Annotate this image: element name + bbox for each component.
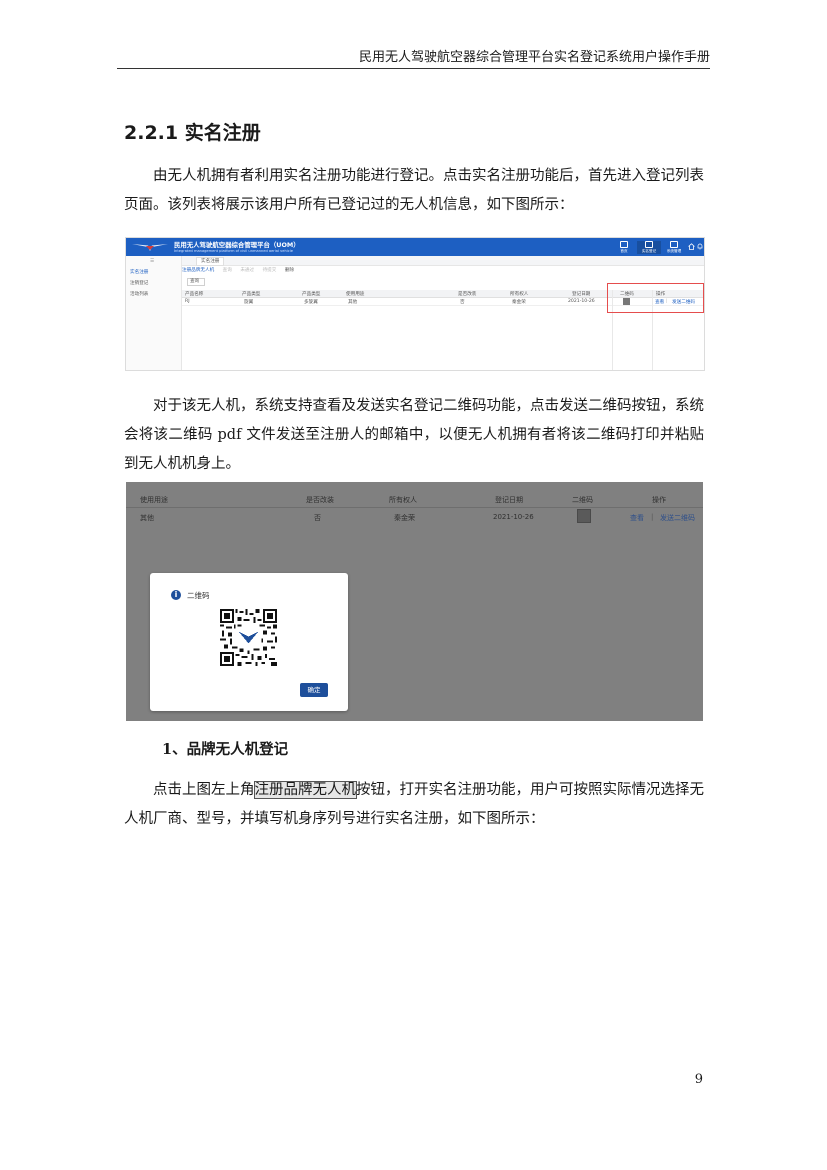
dialog-title: 二维码 bbox=[187, 591, 210, 600]
info-icon: i bbox=[171, 590, 181, 600]
document-icon bbox=[645, 241, 653, 248]
highlight-box bbox=[607, 283, 704, 313]
confirm-button[interactable]: 确定 bbox=[300, 683, 328, 697]
qr-dialog: i 二维码 确定 bbox=[150, 573, 348, 711]
sidebar: ☰ 实名注册 注销登记 活动列表 bbox=[126, 256, 182, 370]
nav-system[interactable]: 系统管理 bbox=[662, 241, 686, 254]
filter-delete[interactable]: 删除 bbox=[285, 268, 294, 273]
app-title: 民用无人驾驶航空器综合管理平台（UOM） bbox=[174, 241, 300, 249]
filter-pending[interactable]: 待提交 bbox=[263, 268, 277, 273]
filter-rejected[interactable]: 未通过 bbox=[240, 268, 254, 273]
registration-list-screenshot: 民用无人驾驶航空器综合管理平台（UOM） Integrated manageme… bbox=[125, 237, 705, 371]
qr-thumbnail[interactable] bbox=[577, 509, 591, 523]
qr-code-image bbox=[220, 609, 277, 666]
sidebar-item-activity[interactable]: 活动列表 bbox=[130, 291, 148, 297]
caac-logo-icon bbox=[132, 244, 168, 251]
register-brand-drone-button[interactable]: 注册品牌无人机 bbox=[182, 268, 214, 273]
settings-icon bbox=[670, 241, 678, 248]
running-header: 民用无人驾驶航空器综合管理平台实名登记系统用户操作手册 bbox=[117, 50, 710, 69]
section-title: 2.2.1 实名注册 bbox=[124, 122, 261, 144]
paragraph-qr: 对于该无人机，系统支持查看及发送实名登记二维码功能，点击发送二维码按钮，系统会将… bbox=[124, 398, 704, 472]
app-top-bar: 民用无人驾驶航空器综合管理平台（UOM） Integrated manageme… bbox=[126, 238, 704, 256]
table-row[interactable]: 其他 否 秦金荣 2021-10-26 查看 | 发送二维码 bbox=[126, 509, 703, 525]
tab-register[interactable]: 实名注册 bbox=[196, 257, 225, 266]
toolbar-filters: 注册品牌无人机 查询 未通过 待提交 删除 bbox=[182, 267, 301, 273]
highlighted-button-name: 注册品牌无人机 bbox=[253, 781, 357, 799]
app-subtitle: Integrated management platform of civil … bbox=[174, 249, 293, 253]
query-dropdown[interactable]: 查询 bbox=[187, 278, 205, 286]
paragraph-brand: 点击上图左上角注册品牌无人机按钮，打开实名注册功能，用户可按照实际情况选择无人机… bbox=[124, 781, 704, 827]
filter-query[interactable]: 查询 bbox=[223, 268, 232, 273]
table-header: 使用用途 是否改装 所有权人 登记日期 二维码 操作 bbox=[126, 491, 703, 508]
sidebar-item-register[interactable]: 实名注册 bbox=[130, 269, 148, 275]
page-number: 9 bbox=[694, 1072, 703, 1087]
subheading-brand-drone: 1、品牌无人机登记 bbox=[162, 741, 289, 758]
bell-icon[interactable] bbox=[697, 243, 703, 250]
tab-bar: 实名注册 bbox=[182, 256, 704, 266]
sidebar-item-cancel[interactable]: 注销登记 bbox=[130, 280, 148, 286]
send-qr-link[interactable]: 发送二维码 bbox=[660, 513, 695, 523]
monitor-icon bbox=[620, 241, 628, 248]
nav-real-name[interactable]: 实名登记 bbox=[637, 241, 661, 254]
paragraph-intro: 由无人机拥有者利用实名注册功能进行登记。点击实名注册功能后，首先进入登记列表页面… bbox=[124, 168, 704, 213]
nav-home[interactable]: 首页 bbox=[612, 241, 636, 254]
home-icon[interactable] bbox=[688, 243, 695, 250]
view-link[interactable]: 查看 bbox=[630, 513, 644, 523]
menu-toggle-icon[interactable]: ☰ bbox=[150, 259, 154, 264]
qr-dialog-screenshot: 使用用途 是否改装 所有权人 登记日期 二维码 操作 其他 否 秦金荣 2021… bbox=[126, 482, 703, 721]
